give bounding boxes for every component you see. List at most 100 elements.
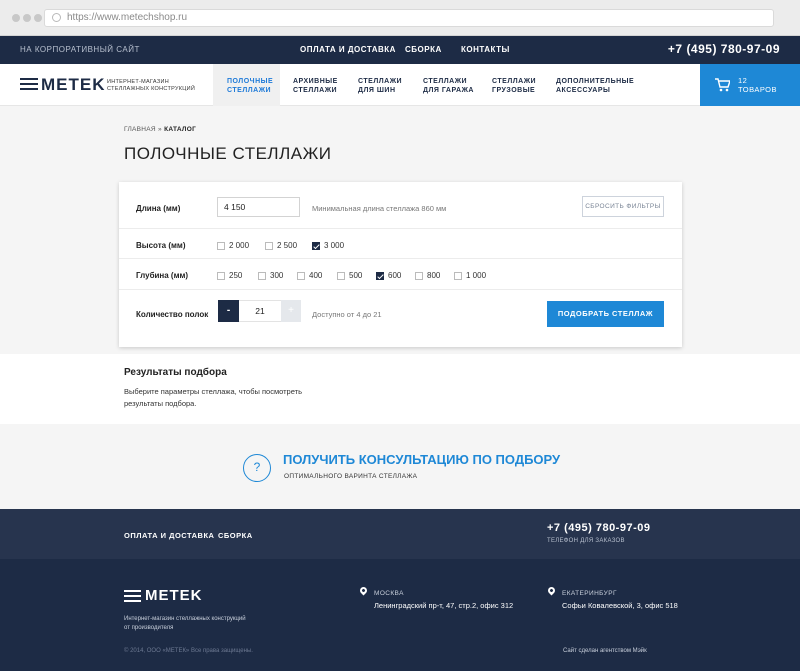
pick-shelving-button[interactable]: ПОДОБРАТЬ СТЕЛЛАЖ xyxy=(547,301,664,327)
address-bar[interactable]: https://www.metechshop.ru xyxy=(44,9,774,27)
nav-shelving-garage[interactable]: СТЕЛЛАЖИ ДЛЯ ГАРАЖА xyxy=(423,64,474,106)
checkbox-checked[interactable] xyxy=(376,272,384,280)
window-minimize-dot[interactable] xyxy=(23,14,31,22)
option-label: 250 xyxy=(229,271,243,280)
divider xyxy=(119,258,682,259)
corporate-site-link[interactable]: НА КОРПОРАТИВНЫЙ САЙТ xyxy=(20,45,140,54)
results-text: Выберите параметры стеллажа, чтобы посмо… xyxy=(124,387,302,408)
nav-label: ДЛЯ ГАРАЖА xyxy=(423,87,474,94)
question-icon: ? xyxy=(243,454,271,482)
logo-mark-icon xyxy=(124,590,141,604)
checkbox[interactable] xyxy=(337,272,345,280)
checkbox[interactable] xyxy=(415,272,423,280)
checkbox[interactable] xyxy=(297,272,305,280)
checkbox[interactable] xyxy=(454,272,462,280)
cart-count: 12 xyxy=(738,76,748,85)
copyright: © 2014, ООО «МЕТЕК» Все права защищены. xyxy=(124,648,253,654)
cart-button[interactable]: 12 ТОВАРОВ xyxy=(700,64,800,106)
length-input[interactable]: 4 150 xyxy=(217,197,300,217)
results-section: Результаты подбора Выберите параметры ст… xyxy=(0,354,800,424)
nav-label: СТЕЛЛАЖИ xyxy=(358,78,403,85)
checkbox-checked[interactable] xyxy=(312,242,320,250)
footer-nav-payment-delivery[interactable]: ОПЛАТА И ДОСТАВКА xyxy=(124,531,214,540)
page-title: ПОЛОЧНЫЕ СТЕЛЛАЖИ xyxy=(124,144,332,163)
footer-phone[interactable]: +7 (495) 780-97-09 xyxy=(547,522,650,534)
nav-shelving-archive[interactable]: АРХИВНЫЕ СТЕЛЛАЖИ xyxy=(293,64,338,106)
height-label: Высота (мм) xyxy=(136,241,186,250)
results-title: Результаты подбора xyxy=(124,367,227,378)
checkbox[interactable] xyxy=(217,242,225,250)
window-close-dot[interactable] xyxy=(12,14,20,22)
window-maximize-dot[interactable] xyxy=(34,14,42,22)
divider xyxy=(119,228,682,229)
cart-icon xyxy=(715,78,730,92)
checkbox[interactable] xyxy=(258,272,266,280)
shelves-quantity-input[interactable]: 21 xyxy=(239,300,281,322)
depth-label: Глубина (мм) xyxy=(136,271,189,280)
option-label: 1 000 xyxy=(466,271,487,280)
footer-tagline-line-1: Интернет-магазин стеллажных конструкций xyxy=(124,616,246,622)
nav-label: АРХИВНЫЕ xyxy=(293,78,338,85)
footer-phone-label: ТЕЛЕФОН ДЛЯ ЗАКАЗОВ xyxy=(547,538,625,544)
consultation-link[interactable]: ПОЛУЧИТЬ КОНСУЛЬТАЦИЮ ПО ПОДБОРУ xyxy=(283,452,560,467)
footer-nav-assembly[interactable]: СБОРКА xyxy=(218,531,253,540)
shelves-increment-button[interactable]: + xyxy=(281,300,301,322)
footer-tagline-line-2: от производителя xyxy=(124,625,174,631)
breadcrumb-home[interactable]: ГЛАВНАЯ xyxy=(124,126,156,133)
option-label: 3 000 xyxy=(324,241,345,250)
top-bar: НА КОРПОРАТИВНЫЙ САЙТ ОПЛАТА И ДОСТАВКА … xyxy=(0,36,800,64)
office-city-ekaterinburg: ЕКАТЕРИНБУРГ xyxy=(562,590,617,597)
option-label: 800 xyxy=(427,271,441,280)
footer: METEK Интернет-магазин стеллажных констр… xyxy=(0,559,800,671)
option-label: 400 xyxy=(309,271,323,280)
nav-label: ДЛЯ ШИН xyxy=(358,87,396,94)
divider xyxy=(119,289,682,290)
logo-text: METEK xyxy=(41,75,106,94)
checkbox[interactable] xyxy=(265,242,273,250)
location-pin-icon xyxy=(358,585,369,596)
nav-accessories[interactable]: ДОПОЛНИТЕЛЬНЫЕ АКСЕССУАРЫ xyxy=(556,64,634,106)
office-address-ekaterinburg: Софьи Ковалевской, 3, офис 518 xyxy=(562,601,678,610)
option-label: 2 000 xyxy=(229,241,250,250)
cart-label: ТОВАРОВ xyxy=(738,85,778,94)
topnav-assembly[interactable]: СБОРКА xyxy=(405,45,442,54)
length-label: Длина (мм) xyxy=(136,204,181,213)
office-address-moscow: Ленинградский пр-т, 47, стр.2, офис 312 xyxy=(374,601,514,610)
browser-chrome: https://www.metechshop.ru xyxy=(0,0,800,36)
shelves-decrement-button[interactable]: - xyxy=(218,300,239,322)
header-phone[interactable]: +7 (495) 780-97-09 xyxy=(668,42,780,56)
option-label: 600 xyxy=(388,271,402,280)
nav-shelving-cargo[interactable]: СТЕЛЛАЖИ ГРУЗОВЫЕ xyxy=(492,64,536,106)
filter-panel: Длина (мм) 4 150 Минимальная длина стелл… xyxy=(119,182,682,347)
agency-credit-link[interactable]: Сайт сделан агентством Мэйк xyxy=(563,648,647,654)
nav-label: СТЕЛЛАЖИ xyxy=(227,87,272,94)
nav-shelving-tires[interactable]: СТЕЛЛАЖИ ДЛЯ ШИН xyxy=(358,64,402,106)
main-header: METEK ИНТЕРНЕТ-МАГАЗИН СТЕЛЛАЖНЫХ КОНСТР… xyxy=(0,64,800,106)
consultation-section: ? ПОЛУЧИТЬ КОНСУЛЬТАЦИЮ ПО ПОДБОРУ ОПТИМ… xyxy=(0,424,800,509)
nav-shelving-shelf[interactable]: ПОЛОЧНЫЕ СТЕЛЛАЖИ xyxy=(213,64,280,106)
tagline-line-2: СТЕЛЛАЖНЫХ КОНСТРУКЦИЙ xyxy=(107,86,196,92)
breadcrumb-separator: » xyxy=(158,126,162,133)
footer-tagline: Интернет-магазин стеллажных конструкций … xyxy=(124,615,274,633)
globe-icon xyxy=(52,13,61,22)
topnav-payment-delivery[interactable]: ОПЛАТА И ДОСТАВКА xyxy=(300,45,396,54)
nav-label: СТЕЛЛАЖИ xyxy=(492,78,537,85)
nav-label: СТЕЛЛАЖИ xyxy=(423,78,468,85)
header-tagline: ИНТЕРНЕТ-МАГАЗИН СТЕЛЛАЖНЫХ КОНСТРУКЦИЙ xyxy=(107,79,195,93)
checkbox[interactable] xyxy=(217,272,225,280)
consultation-subtitle: ОПТИМАЛЬНОГО ВАРИНТА СТЕЛЛАЖА xyxy=(284,473,418,480)
topnav-contacts[interactable]: КОНТАКТЫ xyxy=(461,45,510,54)
location-pin-icon xyxy=(546,585,557,596)
nav-label: ПОЛОЧНЫЕ xyxy=(227,78,274,85)
shelves-hint: Доступно от 4 до 21 xyxy=(312,310,382,319)
reset-filters-button[interactable]: СБРОСИТЬ ФИЛЬТРЫ xyxy=(582,196,664,217)
address-text: https://www.metechshop.ru xyxy=(67,12,188,23)
shelves-label: Количество полок xyxy=(136,310,209,319)
nav-label: ГРУЗОВЫЕ xyxy=(492,87,536,94)
nav-label: ДОПОЛНИТЕЛЬНЫЕ xyxy=(556,78,635,85)
length-hint: Минимальная длина стеллажа 860 мм xyxy=(312,204,447,213)
nav-label: СТЕЛЛАЖИ xyxy=(293,87,338,94)
office-city-moscow: МОСКВА xyxy=(374,590,404,597)
breadcrumb-current: КАТАЛОГ xyxy=(164,126,197,133)
nav-label: АКСЕССУАРЫ xyxy=(556,87,611,94)
